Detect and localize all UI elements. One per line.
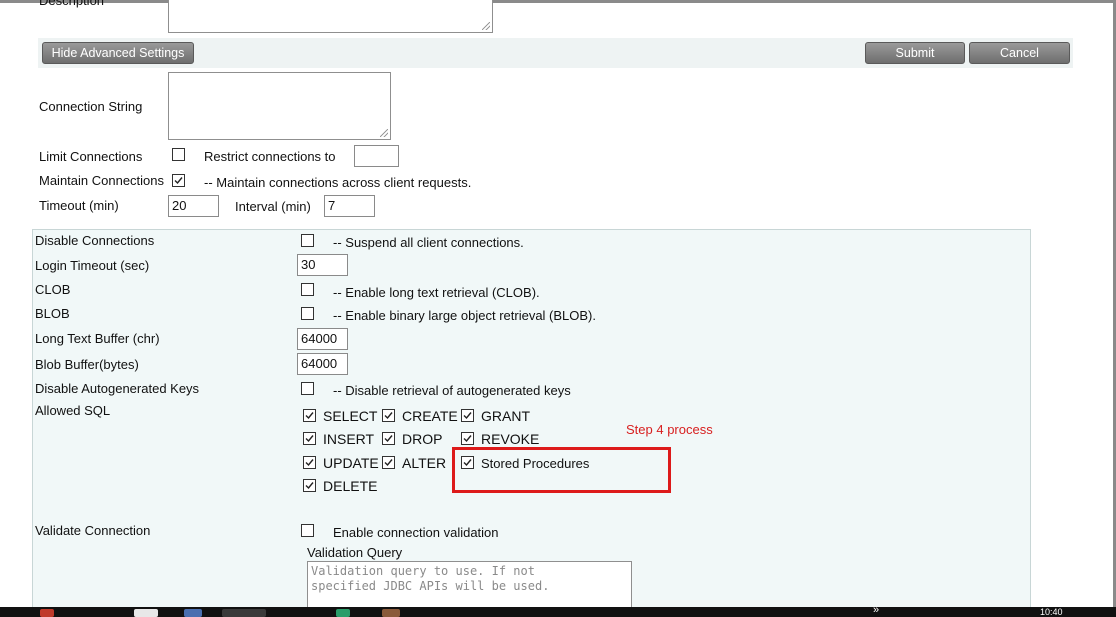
validate-connection-checkbox[interactable]	[301, 524, 314, 537]
sql-delete-checkbox[interactable]	[303, 479, 316, 492]
highlight-box	[452, 447, 671, 493]
disable-connections-label: Disable Connections	[35, 233, 155, 248]
disable-connections-hint: -- Suspend all client connections.	[333, 235, 524, 250]
checkmark-icon	[305, 459, 314, 467]
checkmark-icon	[384, 435, 393, 443]
interval-label: Interval (min)	[235, 199, 311, 214]
sql-select-checkbox[interactable]	[303, 409, 316, 422]
checkmark-icon	[305, 435, 314, 443]
maintain-connections-hint: -- Maintain connections across client re…	[204, 175, 472, 190]
clob-label: CLOB	[35, 282, 71, 297]
clob-checkbox[interactable]	[301, 283, 314, 296]
long-text-buffer-input[interactable]: 64000	[297, 328, 348, 350]
sql-alter-label: ALTER	[402, 455, 447, 471]
validation-query-textarea[interactable]: Validation query to use. If not specifie…	[307, 561, 632, 611]
sql-delete-label: DELETE	[323, 478, 378, 494]
checkmark-icon	[174, 177, 183, 185]
step-annotation: Step 4 process	[626, 422, 713, 437]
sql-drop-label: DROP	[402, 431, 443, 447]
taskbar-app-icon[interactable]	[184, 609, 202, 617]
timeout-label: Timeout (min)	[39, 198, 119, 213]
disable-autogenerated-keys-checkbox[interactable]	[301, 382, 314, 395]
resize-grip-icon[interactable]	[380, 129, 388, 137]
sql-create-label: CREATE	[402, 408, 458, 424]
checkmark-icon	[305, 482, 314, 490]
validation-query-placeholder: Validation query to use. If not specifie…	[311, 564, 550, 593]
sql-insert-label: INSERT	[323, 431, 375, 447]
long-text-buffer-label: Long Text Buffer (chr)	[35, 331, 160, 346]
restrict-connections-input[interactable]	[354, 145, 399, 167]
validation-query-label: Validation Query	[307, 545, 403, 560]
sql-insert-checkbox[interactable]	[303, 432, 316, 445]
clob-hint: -- Enable long text retrieval (CLOB).	[333, 285, 540, 300]
checkmark-icon	[463, 412, 472, 420]
taskbar-app-icon[interactable]	[40, 609, 54, 617]
maintain-connections-checkbox[interactable]	[172, 174, 185, 187]
taskbar	[0, 607, 1116, 617]
sql-grant-label: GRANT	[481, 408, 530, 424]
timeout-input[interactable]: 20	[168, 195, 219, 217]
checkmark-icon	[384, 412, 393, 420]
limit-connections-checkbox[interactable]	[172, 148, 185, 161]
limit-connections-label: Limit Connections	[39, 149, 143, 164]
taskbar-app-icon[interactable]	[336, 609, 350, 617]
restrict-connections-label: Restrict connections to	[204, 149, 336, 164]
blob-buffer-input[interactable]: 64000	[297, 353, 348, 375]
maintain-connections-label: Maintain Connections	[39, 173, 165, 188]
sql-update-checkbox[interactable]	[303, 456, 316, 469]
description-label: Description	[39, 0, 105, 8]
checkmark-icon	[463, 435, 472, 443]
blob-label: BLOB	[35, 306, 70, 321]
connection-string-label: Connection String	[39, 99, 143, 114]
blob-checkbox[interactable]	[301, 307, 314, 320]
taskbar-app-icon[interactable]	[382, 609, 400, 617]
validate-connection-label: Validate Connection	[35, 523, 151, 538]
taskbar-overflow-icon[interactable]: »	[873, 605, 879, 616]
sql-revoke-checkbox[interactable]	[461, 432, 474, 445]
sql-revoke-label: REVOKE	[481, 431, 540, 447]
sql-create-checkbox[interactable]	[382, 409, 395, 422]
disable-autogenerated-keys-label: Disable Autogenerated Keys	[35, 381, 200, 396]
validate-connection-hint: Enable connection validation	[333, 525, 499, 540]
sql-select-label: SELECT	[323, 408, 378, 424]
description-textarea[interactable]	[168, 0, 493, 33]
interval-input[interactable]: 7	[324, 195, 375, 217]
checkmark-icon	[384, 459, 393, 467]
taskbar-active-app-icon[interactable]	[222, 609, 266, 617]
connection-string-textarea[interactable]	[168, 72, 391, 140]
submit-button[interactable]: Submit	[865, 42, 965, 64]
login-timeout-input[interactable]: 30	[297, 254, 348, 276]
allowed-sql-label: Allowed SQL	[35, 403, 111, 418]
sql-drop-checkbox[interactable]	[382, 432, 395, 445]
blob-buffer-label: Blob Buffer(bytes)	[35, 357, 139, 372]
checkmark-icon	[305, 412, 314, 420]
hide-advanced-settings-button[interactable]: Hide Advanced Settings	[42, 42, 194, 64]
sql-update-label: UPDATE	[323, 455, 379, 471]
login-timeout-label: Login Timeout (sec)	[35, 258, 150, 273]
taskbar-clock[interactable]: 10:40	[1040, 608, 1063, 617]
sql-grant-checkbox[interactable]	[461, 409, 474, 422]
taskbar-app-icon[interactable]	[134, 609, 158, 617]
sql-alter-checkbox[interactable]	[382, 456, 395, 469]
resize-grip-icon[interactable]	[482, 22, 490, 30]
blob-hint: -- Enable binary large object retrieval …	[333, 308, 597, 323]
cancel-button[interactable]: Cancel	[969, 42, 1070, 64]
disable-autogenerated-keys-hint: -- Disable retrieval of autogenerated ke…	[333, 383, 571, 398]
disable-connections-checkbox[interactable]	[301, 234, 314, 247]
